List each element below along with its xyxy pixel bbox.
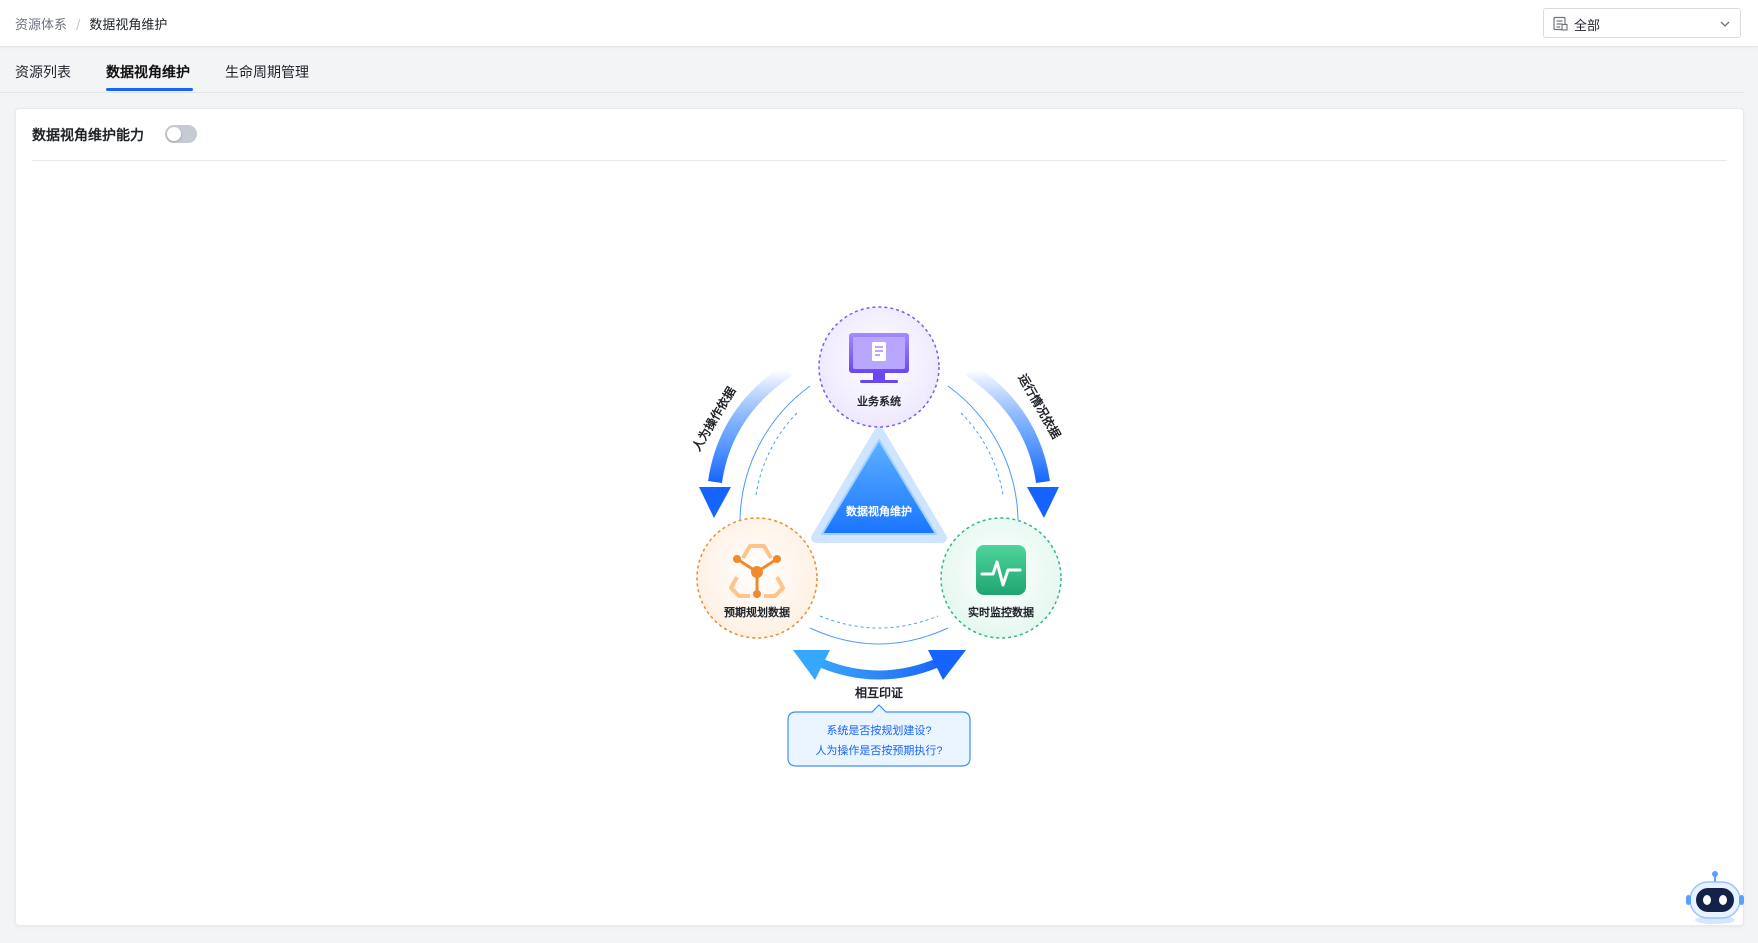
center-label: 数据视角维护 xyxy=(846,504,912,518)
center-triangle: 数据视角维护 xyxy=(811,427,947,543)
callout-line-1: 系统是否按规划建设? xyxy=(826,723,931,737)
left-flow-arrow xyxy=(699,364,792,518)
callout-line-2: 人为操作是否按预期执行? xyxy=(815,743,942,757)
inner-arc-bottom xyxy=(809,627,949,645)
inner-dashed-arc-bottom xyxy=(819,615,939,629)
right-flow-arrow xyxy=(966,364,1059,518)
verification-callout: 系统是否按规划建设? 人为操作是否按预期执行? xyxy=(787,704,971,767)
node-business-label: 业务系统 xyxy=(857,394,901,408)
node-realtime-data: 实时监控数据 xyxy=(940,517,1062,639)
bottom-arrow-label: 相互印证 xyxy=(855,685,903,700)
robot-assistant-icon xyxy=(1686,871,1744,924)
data-view-cycle-diagram: 人为操作依据 运行情况依据 相互印证 数据视角维护 业务系统 预期规划数据 实时… xyxy=(689,306,1064,767)
node-planned-label: 预期规划数据 xyxy=(724,605,790,619)
node-planned-data: 预期规划数据 xyxy=(696,517,818,639)
pulse-monitor-icon xyxy=(976,545,1026,595)
node-business-system: 业务系统 xyxy=(818,306,940,428)
inner-dashed-arc-right xyxy=(960,412,1004,496)
node-realtime-label: 实时监控数据 xyxy=(968,605,1034,619)
inner-dashed-arc-left xyxy=(755,412,798,496)
bottom-double-arrow xyxy=(793,650,966,680)
assistant-robot-button[interactable] xyxy=(1684,868,1746,926)
